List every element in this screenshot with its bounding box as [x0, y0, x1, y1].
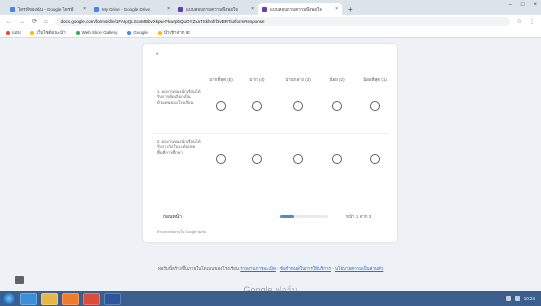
start-button-icon[interactable]: [2, 292, 16, 305]
tab-label: แบบสอบถามความพึงพอใจ: [270, 6, 322, 12]
back-button[interactable]: ก่อนหน้า: [163, 213, 182, 221]
browser-tab[interactable]: My Drive - Google Drive ×: [90, 3, 174, 15]
column-header: น้อยที่สุด (1): [363, 77, 387, 82]
internet-explorer-icon[interactable]: [20, 292, 37, 305]
radio-button[interactable]: [293, 101, 303, 111]
close-window-icon[interactable]: ×: [533, 2, 537, 8]
bookmark-item[interactable]: แอป: [6, 29, 20, 36]
bookmark-item[interactable]: Web Slice Gallery: [75, 30, 118, 35]
web-slice-icon: [75, 30, 80, 35]
bookmark-item[interactable]: Google: [127, 30, 148, 35]
system-tray: 10:24: [505, 296, 541, 301]
word-icon[interactable]: [104, 292, 121, 305]
radio-button[interactable]: [252, 101, 262, 111]
bookmark-label: เว็บไซต์แนะนำ: [36, 30, 66, 35]
tab-label: My Drive - Google Drive: [102, 6, 151, 12]
taskbar: 10:24: [0, 291, 541, 306]
form-footer: ฟอร์มนี้สร้างขึ้นภายในโดเมนของโรงเรียน ร…: [157, 266, 384, 271]
window-controls: – □ ×: [509, 2, 537, 8]
column-header: น้อย (2): [329, 77, 345, 82]
close-tab-icon[interactable]: ×: [83, 6, 86, 12]
radio-button[interactable]: [252, 154, 262, 164]
apps-icon: [6, 30, 10, 35]
privacy-link[interactable]: นโยบายความเป็นส่วนตัว: [335, 266, 383, 271]
back-icon[interactable]: ←: [6, 19, 12, 25]
tab-label: แบบสอบถามความพึงพอใจ: [186, 6, 238, 12]
menu-icon[interactable]: ⋮: [529, 18, 535, 25]
reload-icon[interactable]: ⟳: [32, 18, 37, 25]
tab-label: ไดรฟ์ของฉัน - Google ไดรฟ์: [18, 6, 74, 12]
required-marker: *: [156, 53, 159, 59]
radio-button[interactable]: [332, 101, 342, 111]
home-icon[interactable]: ⌂: [44, 19, 48, 25]
volume-icon[interactable]: [514, 296, 520, 301]
radio-button[interactable]: [216, 154, 226, 164]
forms-icon: [262, 6, 267, 12]
radio-button[interactable]: [370, 101, 380, 111]
bookmark-item[interactable]: นำเข้าจาก IE: [157, 29, 190, 36]
column-header: มากที่สุด (5): [209, 77, 233, 82]
chrome-icon[interactable]: [83, 292, 100, 305]
new-tab-button[interactable]: +: [348, 3, 353, 15]
address-bar-row: ← → ⟳ ⌂ docs.google.com/forms/d/e/1FAIpQ…: [0, 15, 541, 28]
maximize-icon[interactable]: □: [521, 2, 525, 8]
progress-bar: [280, 215, 328, 218]
minimize-icon[interactable]: –: [509, 2, 512, 8]
google-icon: [127, 30, 132, 35]
browser-tab-active[interactable]: แบบสอบถามความพึงพอใจ ×: [258, 3, 342, 15]
footer-text: ฟอร์มนี้สร้างขึ้นภายในโดเมนของโรงเรียน: [157, 266, 239, 271]
progress-fill: [280, 215, 295, 218]
password-warning: ห้ามส่งรหัสผ่านใน Google ฟอร์ม: [157, 230, 207, 234]
folder-icon: [157, 30, 162, 35]
bookmark-label: นำเข้าจาก IE: [163, 30, 190, 35]
forward-icon[interactable]: →: [19, 19, 25, 25]
terms-link[interactable]: ข้อกำหนดในการให้บริการ: [280, 266, 331, 271]
page-content: * มากที่สุด (5) มาก (4) ปานกลาง (3) น้อย…: [0, 38, 541, 295]
browser-tab[interactable]: ไดรฟ์ของฉัน - Google ไดรฟ์ ×: [6, 3, 90, 15]
bookmarks-bar: แอป เว็บไซต์แนะนำ Web Slice Gallery Goog…: [0, 28, 541, 38]
browser-tab-bar: ไดรฟ์ของฉัน - Google ไดรฟ์ × My Drive - G…: [0, 0, 541, 15]
url-field[interactable]: docs.google.com/forms/d/e/1FAIpQLScxMBbv…: [54, 17, 510, 26]
column-header: ปานกลาง (3): [285, 77, 311, 82]
browser-tab[interactable]: แบบสอบถามความพึงพอใจ ×: [174, 3, 258, 15]
network-icon[interactable]: [505, 296, 511, 301]
bookmark-item[interactable]: เว็บไซต์แนะนำ: [30, 29, 66, 36]
form-card: * มากที่สุด (5) มาก (4) ปานกลาง (3) น้อย…: [143, 44, 397, 242]
drive-icon: [10, 6, 15, 12]
radio-button[interactable]: [370, 154, 380, 164]
close-tab-icon[interactable]: ×: [167, 6, 170, 12]
folder-icon: [30, 30, 35, 35]
row-label: 1. ผลงานของนักเรียนได้รับการคัดเลือกเป็น…: [157, 89, 201, 105]
page-count: หน้า 1 จาก 3: [346, 214, 372, 219]
media-player-icon[interactable]: [62, 292, 79, 305]
row-label: 2. ผลงานของนักเรียนได้รับรางวัลในระดับเข…: [157, 139, 201, 155]
star-icon[interactable]: ☆: [517, 18, 522, 25]
close-tab-icon[interactable]: ×: [251, 6, 254, 12]
radio-button[interactable]: [293, 154, 303, 164]
radio-button[interactable]: [332, 154, 342, 164]
report-abuse-link[interactable]: รายงานการละเมิด: [240, 266, 276, 271]
row-divider: [153, 133, 389, 134]
forms-icon: [178, 6, 183, 12]
column-header: มาก (4): [249, 77, 265, 82]
radio-button[interactable]: [216, 101, 226, 111]
file-explorer-icon[interactable]: [41, 292, 58, 305]
drive-icon: [94, 6, 99, 12]
clock[interactable]: 10:24: [524, 296, 535, 301]
bookmark-label: Google: [133, 30, 148, 35]
close-tab-icon[interactable]: ×: [335, 6, 338, 12]
bookmark-label: Web Slice Gallery: [81, 30, 118, 35]
bookmark-label: แอป: [12, 30, 21, 35]
